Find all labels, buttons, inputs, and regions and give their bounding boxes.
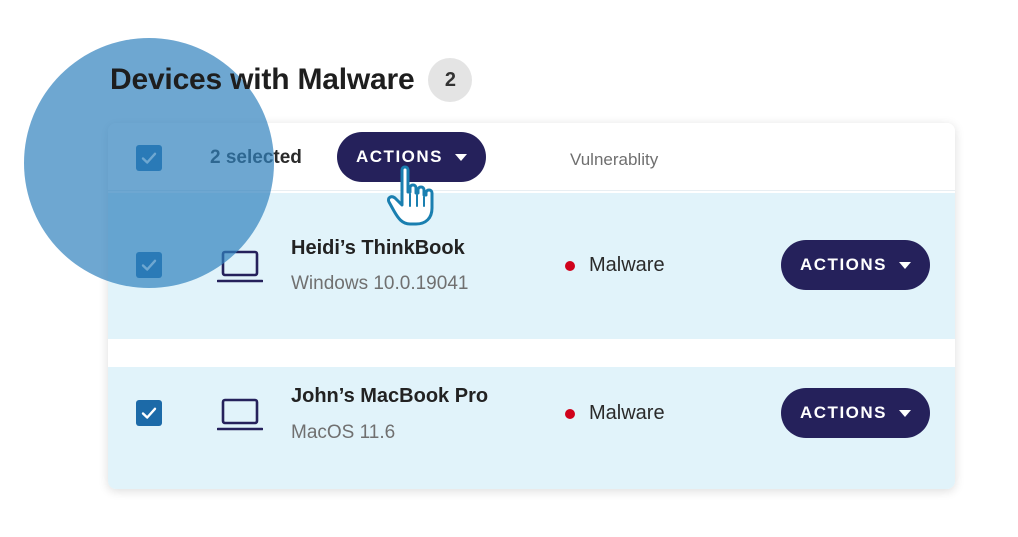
caret-down-icon [899,261,911,269]
checkmark-icon [141,407,157,419]
hand-pointer-icon [387,165,434,226]
row-checkbox[interactable] [136,400,162,426]
row-actions-label: ACTIONS [800,403,887,422]
status-dot [565,260,575,271]
select-all-checkbox[interactable] [136,145,162,171]
row-actions-button[interactable]: ACTIONS [781,240,930,290]
status-label: Malware [589,254,665,276]
table-header: 2 selected ACTIONS Vulnerablity [108,123,955,191]
device-name: Heidi’s ThinkBook [291,237,465,259]
laptop-icon [217,398,263,431]
count-badge: 2 [428,58,473,102]
checkmark-icon [141,152,157,164]
device-name: John’s MacBook Pro [291,385,489,407]
page-title: Devices with Malware [110,63,415,96]
row-checkbox[interactable] [136,252,162,278]
checkmark-icon [141,259,157,271]
laptop-icon [217,250,263,283]
status-malware: Malware [565,254,665,277]
caret-down-icon [899,409,911,417]
table-row[interactable]: Heidi’s ThinkBook Windows 10.0.19041 Mal… [108,193,955,339]
device-os: MacOS 11.6 [291,422,396,443]
device-os: Windows 10.0.19041 [291,273,469,294]
status-malware: Malware [565,402,665,425]
status-label: Malware [589,402,665,424]
row-actions-button[interactable]: ACTIONS [781,388,930,438]
page-header: Devices with Malware 2 [110,58,473,102]
column-header-vulnerability: Vulnerablity [570,150,659,169]
selected-count-label: 2 selected [210,147,302,168]
table-row[interactable]: John’s MacBook Pro MacOS 11.6 Malware AC… [108,367,955,489]
status-dot [565,408,575,419]
devices-table: 2 selected ACTIONS Vulnerablity Heidi’s … [108,123,955,489]
row-actions-label: ACTIONS [800,255,887,274]
caret-down-icon [455,153,467,161]
row-divider [108,339,955,367]
